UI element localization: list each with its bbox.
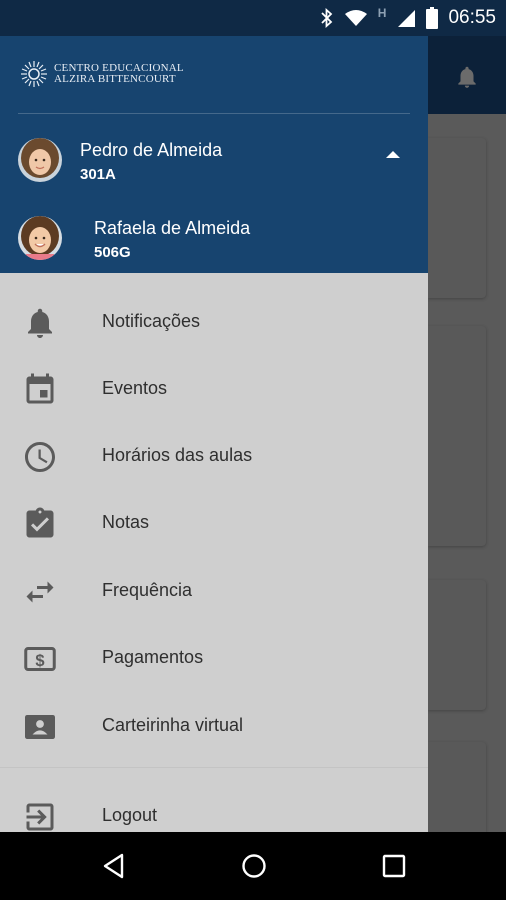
sun-emblem-icon <box>21 61 47 87</box>
network-type-label: H <box>377 6 387 20</box>
dollar-icon: $ <box>24 647 56 671</box>
menu-divider <box>0 767 428 768</box>
school-logo: CENTRO EDUCACIONAL ALZIRA BITTENCOURT <box>20 60 184 88</box>
battery-icon <box>426 7 439 29</box>
menu-item-carteirinha[interactable]: Carteirinha virtual <box>0 693 428 760</box>
id-card-icon <box>25 715 55 739</box>
clipboard-check-icon <box>26 507 54 538</box>
account-name: Rafaela de Almeida <box>94 218 251 238</box>
avatar <box>18 216 62 260</box>
drawer-header: CENTRO EDUCACIONAL ALZIRA BITTENCOURT Pe… <box>0 36 428 273</box>
menu-item-pagamentos[interactable]: $ Pagamentos <box>0 625 428 692</box>
menu-label: Notas <box>102 512 150 532</box>
status-time: 06:55 <box>448 7 496 28</box>
background-card <box>428 742 486 832</box>
calendar-icon <box>26 373 54 404</box>
account-name: Pedro de Almeida <box>80 140 223 160</box>
menu-item-eventos[interactable]: Eventos <box>0 356 428 423</box>
svg-text:$: $ <box>35 652 44 670</box>
background-card <box>428 138 486 298</box>
back-icon[interactable] <box>100 852 128 880</box>
menu-label: Logout <box>102 805 158 825</box>
logout-item[interactable]: Logout <box>0 783 428 832</box>
menu-label: Eventos <box>102 378 168 398</box>
background-card <box>428 326 486 546</box>
background-card <box>428 580 486 710</box>
menu-label: Horários das aulas <box>102 445 253 465</box>
menu-item-notas[interactable]: Notas <box>0 490 428 557</box>
background-app-scrim[interactable] <box>428 36 506 832</box>
menu-item-frequencia[interactable]: Frequência <box>0 558 428 625</box>
menu-label: Notificações <box>102 311 201 331</box>
system-nav-bar <box>0 832 506 900</box>
menu-item-horarios[interactable]: Horários das aulas <box>0 423 428 490</box>
bell-icon <box>28 308 52 338</box>
menu-label: Frequência <box>102 580 193 600</box>
menu-label: Pagamentos <box>102 647 204 667</box>
recents-icon[interactable] <box>380 852 408 880</box>
clock-icon <box>25 442 55 472</box>
logo-line-2: ALZIRA BITTENCOURT <box>54 73 176 85</box>
menu-item-notificacoes[interactable]: Notificações <box>0 289 428 356</box>
home-icon[interactable] <box>240 852 268 880</box>
account-class: 506G <box>94 244 131 261</box>
account-active[interactable]: Pedro de Almeida 301A <box>0 129 428 193</box>
avatar <box>18 138 62 182</box>
background-toolbar <box>428 36 506 114</box>
account-class: 301A <box>80 166 116 183</box>
signal-icon <box>398 10 416 27</box>
logout-icon <box>26 803 54 831</box>
bell-icon[interactable] <box>454 64 480 90</box>
wifi-icon <box>344 10 367 26</box>
account-switch-item[interactable]: Rafaela de Almeida 506G <box>0 208 428 272</box>
swap-arrows-icon <box>26 581 54 603</box>
navigation-drawer: CENTRO EDUCACIONAL ALZIRA BITTENCOURT Pe… <box>0 36 428 832</box>
bluetooth-icon <box>321 8 333 28</box>
header-divider <box>18 113 410 114</box>
menu-label: Carteirinha virtual <box>102 715 244 735</box>
status-bar: H 06:55 <box>0 0 506 36</box>
chevron-up-icon[interactable] <box>386 151 400 158</box>
